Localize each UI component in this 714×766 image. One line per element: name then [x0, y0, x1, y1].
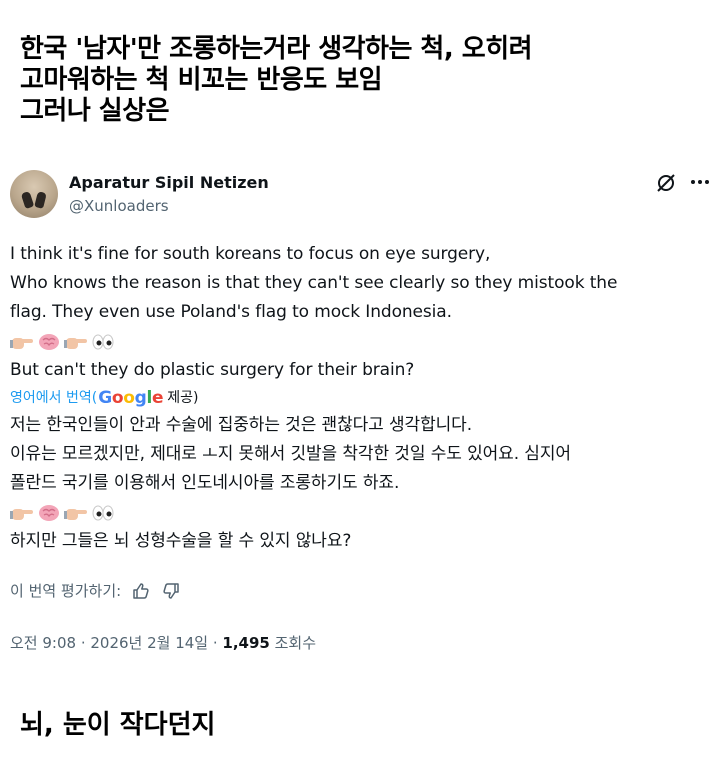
tweet-meta: 오전 9:08 · 2026년 2월 14일 · 1,495 조회수 [10, 632, 316, 653]
grok-icon[interactable] [655, 172, 677, 194]
brain-icon [39, 333, 59, 350]
translated-text: 저는 한국인들이 안과 수술에 집중하는 것은 괜찮다고 생각합니다. 이유는 … [10, 411, 704, 556]
original-line-4: But can't they do plastic surgery for th… [10, 360, 415, 380]
caption-line-1: 한국 '남자'만 조롱하는거라 생각하는 척, 오히려 [20, 34, 533, 64]
caption-line-2: 고마워하는 척 비꼬는 반응도 보임 [20, 65, 383, 95]
rate-label: 이 번역 평가하기: [10, 582, 122, 600]
emoji-row [10, 327, 704, 356]
view-count: 1,495 [222, 634, 270, 652]
display-name[interactable]: Aparatur Sipil Netizen [69, 173, 269, 192]
hand-pointing-icon [64, 337, 87, 349]
original-line-1: I think it's fine for south koreans to f… [10, 244, 491, 264]
eyes-icon [92, 505, 114, 520]
avatar[interactable] [10, 170, 58, 218]
translation-prefix: 영어에서 번역( [10, 390, 98, 406]
rate-translation: 이 번역 평가하기: [10, 580, 181, 601]
thumbs-down-icon[interactable] [161, 581, 181, 601]
tweet-author: Aparatur Sipil Netizen @Xunloaders [10, 158, 709, 220]
translation-suffix: 제공) [167, 390, 199, 406]
original-line-2: Who knows the reason is that they can't … [10, 273, 618, 293]
translated-line-2: 이유는 모르겠지만, 제대로 ㅗ지 못해서 깃발을 착각한 것일 수도 있어요.… [10, 444, 571, 464]
tweet: Aparatur Sipil Netizen @Xunloaders I thi… [10, 158, 709, 652]
brain-icon [39, 504, 59, 521]
tweet-text: I think it's fine for south koreans to f… [10, 240, 704, 556]
caption-line-3: 그러나 실상은 [20, 96, 170, 126]
hand-pointing-icon [64, 508, 87, 520]
google-logo: Google [98, 388, 164, 408]
views-label: 조회수 [269, 634, 317, 652]
original-line-3: flag. They even use Poland's flag to moc… [10, 302, 452, 322]
eyes-icon [92, 334, 114, 349]
hand-pointing-icon [10, 337, 33, 349]
footer-caption: 뇌, 눈이 작다던지 [20, 710, 216, 740]
translation-label[interactable]: 영어에서 번역( Google 제공) [10, 385, 704, 411]
timestamp[interactable]: 오전 9:08 · 2026년 2월 14일 · [10, 634, 222, 652]
emoji-row-translated [10, 498, 704, 527]
caption-heading: 한국 '남자'만 조롱하는거라 생각하는 척, 오히려 고마워하는 척 비꼬는 … [20, 34, 700, 127]
translated-line-1: 저는 한국인들이 안과 수술에 집중하는 것은 괜찮다고 생각합니다. [10, 415, 473, 435]
translated-line-4: 하지만 그들은 뇌 성형수술을 할 수 있지 않나요? [10, 531, 352, 551]
handle[interactable]: @Xunloaders [69, 197, 169, 215]
hand-pointing-icon [10, 508, 33, 520]
more-options-icon[interactable] [688, 170, 712, 194]
translated-line-3: 폴란드 국기를 이용해서 인도네시아를 조롱하기도 하죠. [10, 473, 400, 493]
thumbs-up-icon[interactable] [131, 581, 151, 601]
